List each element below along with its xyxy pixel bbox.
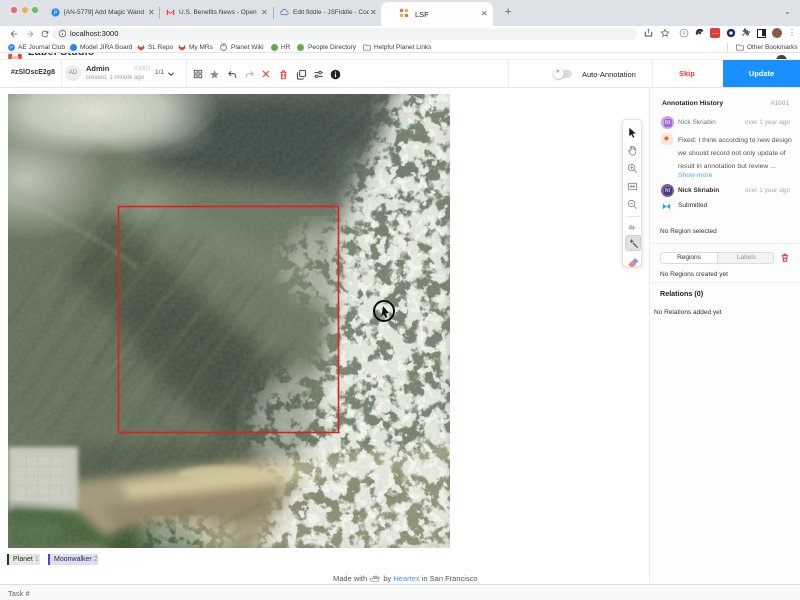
svg-text:P: P — [54, 11, 58, 17]
svg-text:P: P — [682, 31, 685, 36]
svg-text:P: P — [10, 45, 13, 50]
